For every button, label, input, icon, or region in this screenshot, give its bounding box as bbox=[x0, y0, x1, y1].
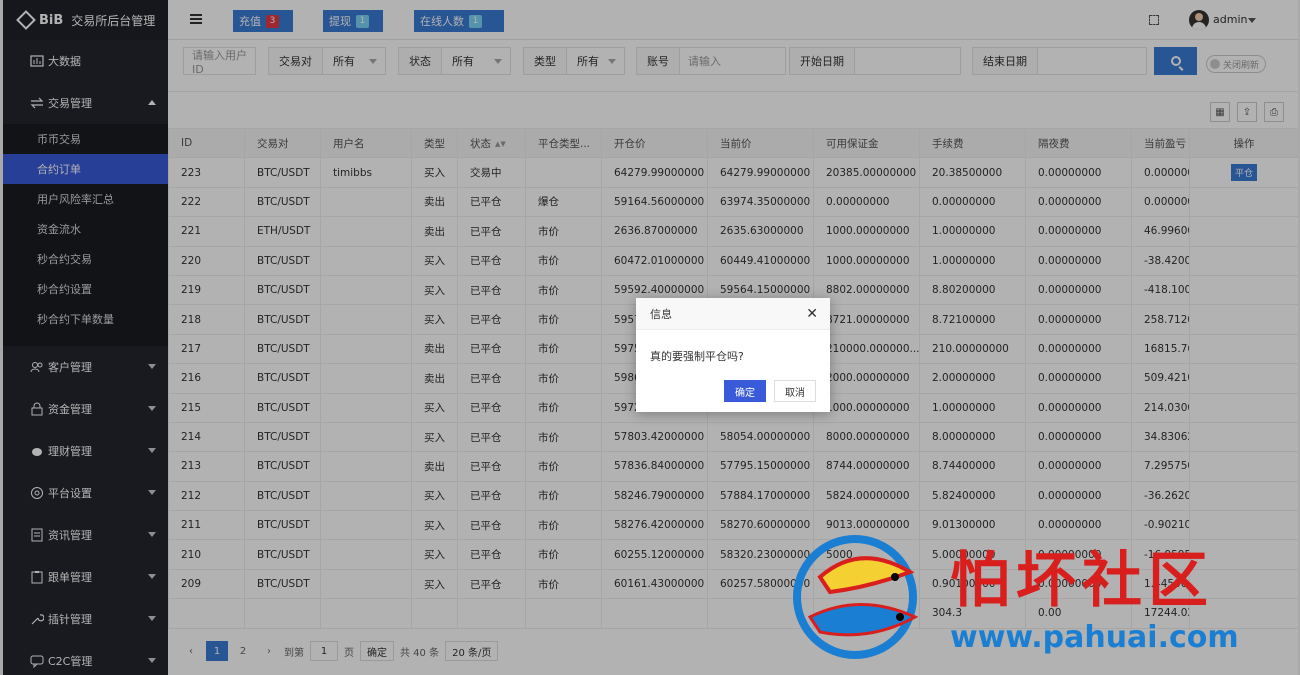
fish-logo-icon bbox=[793, 535, 919, 659]
watermark-text: 怕坏社区 bbox=[950, 546, 1214, 616]
cancel-button[interactable]: 取消 bbox=[774, 380, 816, 402]
watermark-url: www.pahuai.com bbox=[950, 620, 1239, 655]
watermark: 怕坏社区 www.pahuai.com bbox=[790, 532, 1295, 672]
dialog-header: 信息 ✕ bbox=[636, 298, 830, 330]
confirm-dialog: 信息 ✕ 真的要强制平仓吗? 确定 取消 bbox=[636, 298, 830, 412]
close-icon[interactable]: ✕ bbox=[806, 307, 818, 321]
dialog-title: 信息 bbox=[650, 307, 672, 321]
dialog-message: 真的要强制平仓吗? bbox=[650, 350, 744, 363]
confirm-button[interactable]: 确定 bbox=[724, 380, 766, 402]
dialog-footer: 确定 取消 bbox=[636, 380, 830, 402]
